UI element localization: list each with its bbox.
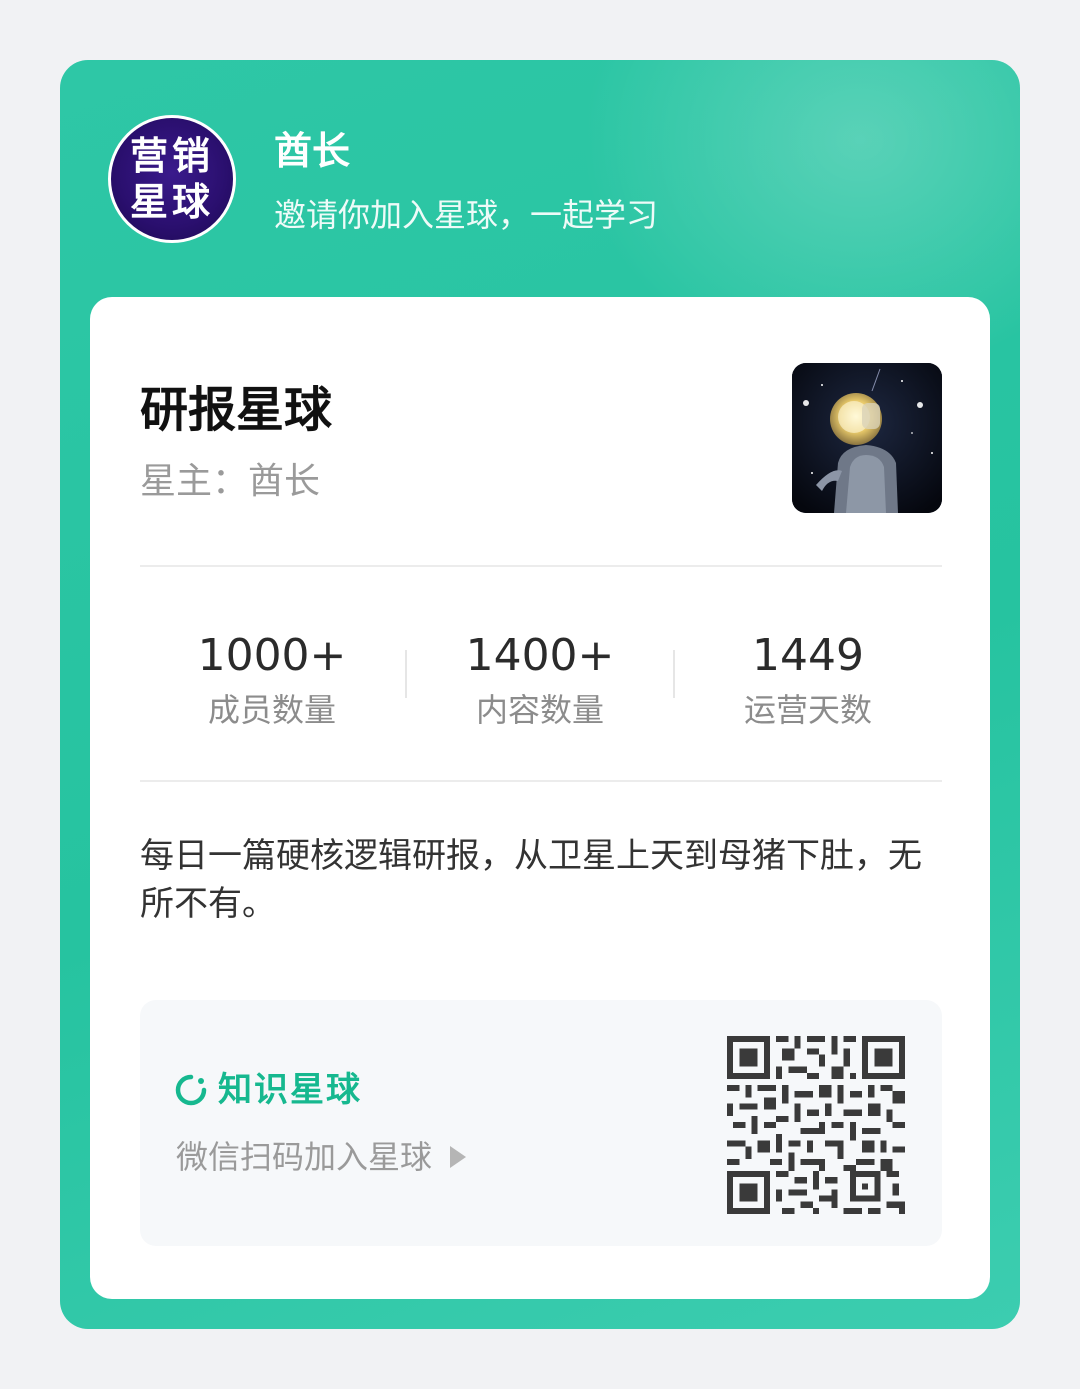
stat-label: 运营天数 [743, 691, 872, 729]
stat-value: 1000+ [197, 630, 347, 681]
scan-to-join-link[interactable]: 微信扫码加入星球 [176, 1136, 467, 1178]
stat-label: 成员数量 [207, 691, 336, 729]
planet-cover-image[interactable] [792, 363, 942, 513]
stat-members: 1000+ 成员数量 [138, 628, 406, 730]
avatar-text-line2: 星球 [129, 180, 214, 224]
planet-description: 每日一篇硬核逻辑研报，从卫星上天到母猪下肚，无所不有。 [140, 836, 922, 924]
divider-top [140, 565, 942, 567]
scan-to-join-label: 微信扫码加入星球 [176, 1138, 433, 1176]
astronaut-icon [792, 363, 942, 513]
inviter-name: 酋长 [274, 129, 351, 173]
invite-message: 邀请你加入星球，一起学习 [274, 196, 659, 234]
stat-days: 1449 运营天数 [674, 628, 942, 730]
divider-bottom [140, 780, 942, 782]
zsxq-logo-icon [175, 1074, 207, 1106]
avatar-text-line1: 营销 [129, 134, 214, 178]
stat-value: 1449 [752, 630, 864, 681]
play-arrow-icon [450, 1146, 467, 1168]
qr-code[interactable] [727, 1036, 905, 1214]
stat-contents: 1400+ 内容数量 [406, 628, 674, 730]
brand-name: 知识星球 [218, 1070, 362, 1110]
stat-value: 1400+ [465, 630, 615, 681]
brand-logo: 知识星球 [174, 1068, 362, 1112]
avatar[interactable]: 营销 星球 [108, 115, 236, 243]
planet-owner: 星主：酋长 [140, 461, 321, 502]
stat-label: 内容数量 [475, 691, 604, 729]
planet-title: 研报星球 [140, 382, 333, 438]
